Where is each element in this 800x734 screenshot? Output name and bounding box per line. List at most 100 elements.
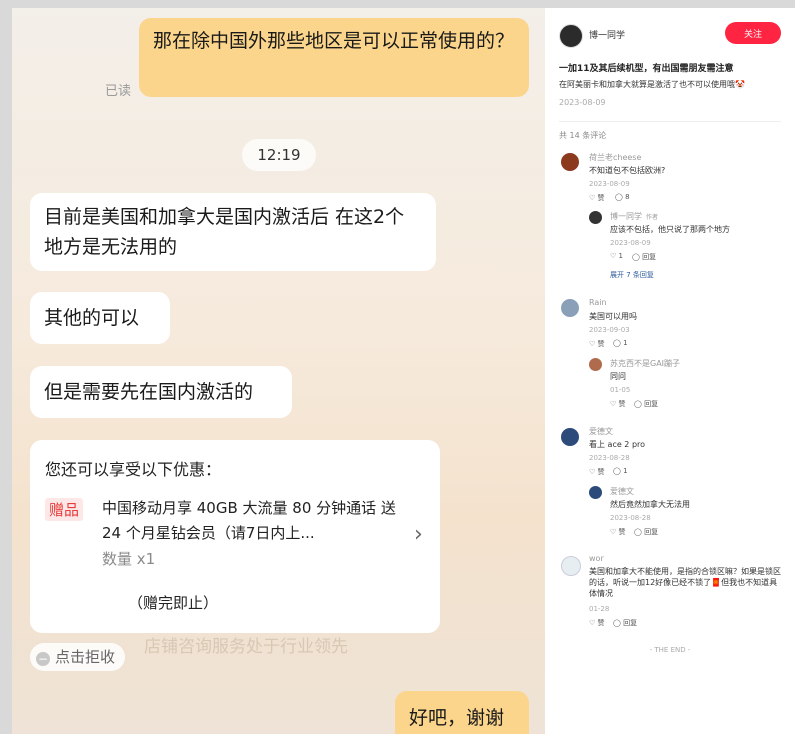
commenter-avatar[interactable] (589, 211, 602, 224)
like-count: 赞 (597, 468, 605, 476)
comment-icon: ◯ (613, 339, 621, 347)
comment-text: 然后竟然加拿大无法用 (610, 500, 690, 509)
like-button[interactable]: ♡ 赞 (589, 193, 605, 203)
commenter-avatar[interactable] (561, 556, 581, 576)
chat-screenshot: 那在除中国外那些地区是可以正常使用的？ 已读 12:19 目前是美国和加拿大是国… (12, 8, 545, 734)
commenter-avatar[interactable] (561, 153, 579, 171)
like-count: 赞 (597, 194, 605, 202)
message-timestamp: 12:19 (242, 139, 316, 171)
message-bubble-sent: 好吧，谢谢 (395, 691, 529, 734)
chevron-right-icon[interactable]: › (414, 522, 423, 547)
comment-date: 2023-09-03 (589, 326, 630, 334)
comment-date: 01-05 (610, 386, 631, 394)
heart-icon: ♡ (589, 468, 596, 476)
like-button[interactable]: ♡ 赞 (589, 339, 605, 349)
reply-button[interactable]: ◯ 1 (613, 339, 628, 347)
message-bubble-received: 但是需要先在国内激活的 (30, 366, 292, 418)
comment-icon: ◯ (613, 619, 621, 627)
message-bubble-received: 目前是美国和加拿大是国内激活后 在这2个地方是无法用的 (30, 193, 436, 271)
heart-icon: ♡ (589, 619, 596, 627)
commenter-name[interactable]: 爱德文 (610, 486, 634, 497)
reply-button[interactable]: ◯ 1 (613, 467, 628, 475)
like-count: 赞 (597, 340, 605, 348)
comment-text: 美国可以用吗 (589, 312, 637, 321)
offer-description: 中国移动月享 40GB 大流量 80 分钟通话 送 24 个月星钻会员（请7日内… (102, 499, 396, 542)
offer-note: （赠完即止） (128, 594, 219, 612)
comment-text: 不知道包不包括欧洲? (589, 166, 666, 175)
author-name[interactable]: 博一同学 (589, 28, 625, 41)
like-button[interactable]: ♡ 赞 (589, 618, 605, 628)
comment-text: 同问 (610, 372, 626, 381)
reply-label: 回复 (623, 619, 638, 627)
reply-button[interactable]: ◯ 回复 (632, 252, 656, 262)
post-body: 在阿美丽卡和加拿大就算是激活了也不可以使用哦🤡 (559, 80, 745, 89)
commenter-name[interactable]: 博一同学 作者 (610, 211, 658, 222)
divider (559, 121, 781, 122)
offer-title: 您还可以享受以下优惠： (45, 460, 222, 479)
commenter-name[interactable]: 苏克西不是GAI蹦子 (610, 358, 680, 369)
heart-icon: ♡ (610, 528, 617, 536)
offer-card[interactable]: 您还可以享受以下优惠： 赠品 中国移动月享 40GB 大流量 80 分钟通话 送… (30, 440, 440, 633)
message-text: 好吧，谢谢 (409, 707, 505, 729)
gift-badge: 赠品 (45, 498, 84, 521)
reply-count: 8 (625, 193, 630, 201)
minus-circle-icon: − (36, 652, 50, 666)
comment-date: 2023-08-09 (589, 180, 630, 188)
like-button[interactable]: ♡ 1 (610, 252, 623, 260)
commenter-avatar[interactable] (589, 486, 602, 499)
comment-text: 美国和加拿大不能使用，是指的合锁区嘛？如果是锁区的话，听说一加12好像已经不锁了… (589, 567, 781, 598)
message-text: 那在除中国外那些地区是可以正常使用的？ (153, 30, 515, 52)
reply-button[interactable]: ◯ 回复 (634, 399, 658, 409)
comment-icon: ◯ (634, 400, 642, 408)
like-label: 赞 (618, 400, 626, 408)
reply-count: 1 (623, 467, 628, 475)
comment-date: 2023-08-28 (610, 514, 651, 522)
read-status: 已读 (105, 84, 132, 99)
like-button[interactable]: ♡ 赞 (610, 399, 626, 409)
commenter-avatar[interactable] (561, 299, 579, 317)
commenter-name[interactable]: 荷兰老cheese (589, 152, 641, 163)
post-title: 一加11及其后续机型，有出国需朋友需注意 (559, 64, 734, 74)
commenter-name[interactable]: Rain (589, 298, 607, 307)
follow-button[interactable]: 关注 (725, 22, 781, 44)
message-text: 但是需要先在国内激活的 (44, 381, 254, 403)
reply-button[interactable]: ◯ 8 (615, 193, 630, 201)
end-marker: - THE END - (649, 646, 691, 654)
comment-icon: ◯ (615, 193, 623, 201)
expand-replies-link[interactable]: 展开 7 条回复 (610, 270, 654, 280)
heart-icon: ♡ (610, 252, 617, 260)
post-date: 2023-08-09 (559, 98, 606, 107)
comment-text: 看上 ace 2 pro (589, 440, 646, 449)
commenter-name[interactable]: wor (589, 554, 604, 563)
reply-button[interactable]: ◯ 回复 (613, 618, 637, 628)
post-panel: 博一同学 关注 一加11及其后续机型，有出国需朋友需注意 在阿美丽卡和加拿大就算… (545, 8, 795, 734)
message-text: 其他的可以 (44, 307, 140, 329)
reply-label: 回复 (642, 253, 657, 261)
comment-count: 共 14 条评论 (559, 131, 607, 140)
heart-icon: ♡ (589, 340, 596, 348)
reply-label: 回复 (644, 400, 659, 408)
like-label: 赞 (618, 528, 626, 536)
reject-gift-button[interactable]: − 点击拒收 (30, 643, 126, 671)
message-bubble-received: 其他的可以 (30, 292, 170, 344)
reject-label: 点击拒收 (55, 648, 116, 666)
reply-button[interactable]: ◯ 回复 (634, 527, 658, 537)
commenter-avatar[interactable] (589, 358, 602, 371)
author-avatar[interactable] (559, 24, 583, 48)
comment-icon: ◯ (632, 253, 640, 261)
author-tag: 作者 (646, 214, 659, 221)
commenter-name[interactable]: 爱德文 (589, 426, 613, 437)
message-text: 目前是美国和加拿大是国内激活后 在这2个地方是无法用的 (44, 206, 405, 258)
like-button[interactable]: ♡ 赞 (589, 467, 605, 477)
comment-icon: ◯ (613, 467, 621, 475)
heart-icon: ♡ (610, 400, 617, 408)
like-label: 赞 (597, 619, 605, 627)
heart-icon: ♡ (589, 194, 596, 202)
comment-date: 01-28 (589, 605, 610, 613)
comment-date: 2023-08-28 (589, 454, 630, 462)
like-button[interactable]: ♡ 赞 (610, 527, 626, 537)
comment-date: 2023-08-09 (610, 239, 651, 247)
commenter-avatar[interactable] (561, 428, 579, 446)
comment-icon: ◯ (634, 528, 642, 536)
reply-label: 回复 (644, 528, 659, 536)
